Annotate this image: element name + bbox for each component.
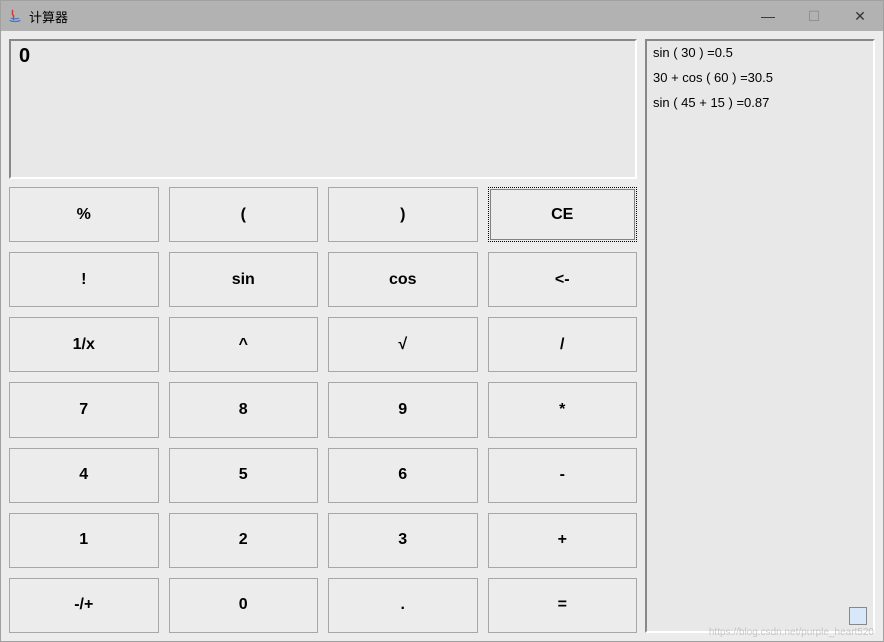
- d5-button[interactable]: 5: [169, 448, 319, 503]
- minimize-button[interactable]: —: [745, 1, 791, 31]
- ce-button[interactable]: CE: [488, 187, 638, 242]
- decimal-button[interactable]: .: [328, 578, 478, 633]
- cos-button[interactable]: cos: [328, 252, 478, 307]
- history-list: sin ( 30 ) =0.5 30 + cos ( 60 ) =30.5 sin…: [653, 45, 867, 120]
- lparen-button[interactable]: (: [169, 187, 319, 242]
- close-button[interactable]: ✕: [837, 1, 883, 31]
- negate-button[interactable]: -/+: [9, 578, 159, 633]
- display: 0: [9, 39, 637, 179]
- window-title: 计算器: [29, 7, 68, 26]
- resize-grip-icon: [849, 607, 867, 625]
- titlebar: 计算器 — ☐ ✕: [1, 1, 883, 31]
- button-grid: %()CE!sincos<- 1/x^√/ 789* 456- 123+ -/+0.=: [9, 187, 637, 633]
- percent-button[interactable]: %: [9, 187, 159, 242]
- history-line: sin ( 45 + 15 ) =0.87: [653, 95, 867, 110]
- minus-button[interactable]: -: [488, 448, 638, 503]
- d1-button[interactable]: 1: [9, 513, 159, 568]
- equals-button[interactable]: =: [488, 578, 638, 633]
- client-area: 0 %()CE!sincos<-1/x^√/789*456-123+-/+0.=…: [1, 31, 883, 641]
- reciprocal-button[interactable]: 1/x: [9, 317, 159, 372]
- history-panel: sin ( 30 ) =0.5 30 + cos ( 60 ) =30.5 sin…: [645, 39, 875, 633]
- plus-button[interactable]: +: [488, 513, 638, 568]
- d3-button[interactable]: 3: [328, 513, 478, 568]
- backspace-button[interactable]: <-: [488, 252, 638, 307]
- calculator-panel: 0 %()CE!sincos<-1/x^√/789*456-123+-/+0.=: [9, 39, 637, 633]
- d9-button[interactable]: 9: [328, 382, 478, 437]
- maximize-button[interactable]: ☐: [791, 1, 837, 31]
- display-value: 0: [19, 45, 30, 67]
- d8-button[interactable]: 8: [169, 382, 319, 437]
- d2-button[interactable]: 2: [169, 513, 319, 568]
- d0-button[interactable]: 0: [169, 578, 319, 633]
- multiply-button[interactable]: *: [488, 382, 638, 437]
- java-icon: [7, 8, 23, 24]
- d4-button[interactable]: 4: [9, 448, 159, 503]
- history-line: sin ( 30 ) =0.5: [653, 45, 867, 60]
- d7-button[interactable]: 7: [9, 382, 159, 437]
- rparen-button[interactable]: ): [328, 187, 478, 242]
- divide-button[interactable]: /: [488, 317, 638, 372]
- power-button[interactable]: ^: [169, 317, 319, 372]
- d6-button[interactable]: 6: [328, 448, 478, 503]
- sqrt-button[interactable]: √: [328, 317, 478, 372]
- sin-button[interactable]: sin: [169, 252, 319, 307]
- history-line: 30 + cos ( 60 ) =30.5: [653, 70, 867, 85]
- factorial-button[interactable]: !: [9, 252, 159, 307]
- app-window: 计算器 — ☐ ✕ 0 %()CE!sincos<-1/x^√/789*456-…: [0, 0, 884, 642]
